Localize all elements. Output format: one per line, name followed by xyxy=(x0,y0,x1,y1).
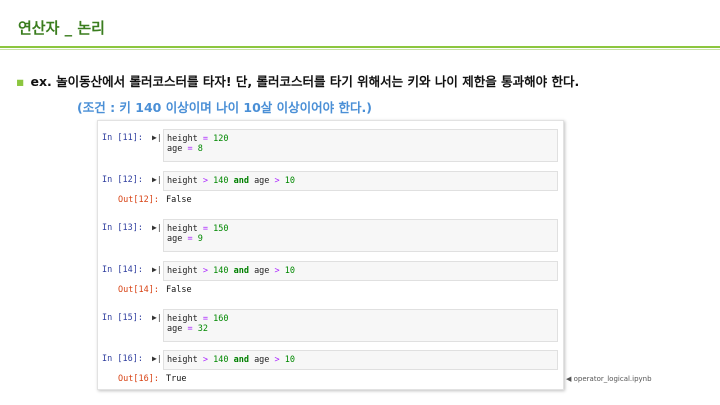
code-token: age xyxy=(167,234,183,244)
run-cell-icon[interactable]: ▶| xyxy=(152,265,162,274)
code-token: height xyxy=(167,266,198,276)
run-cell-icon[interactable]: ▶| xyxy=(152,133,162,142)
run-cell-icon[interactable]: ▶| xyxy=(152,223,162,232)
code-token: > xyxy=(274,355,280,365)
code-input[interactable]: height = 120 age = 8 xyxy=(163,129,558,162)
filename-label: operator_logical.ipynb xyxy=(573,375,652,383)
run-cell-icon[interactable]: ▶| xyxy=(152,354,162,363)
code-token: = xyxy=(187,144,193,154)
output-prompt: Out[14]: xyxy=(118,285,159,295)
code-token: > xyxy=(274,266,280,276)
code-token: > xyxy=(202,355,208,365)
code-token: and xyxy=(233,266,249,276)
code-token: 10 xyxy=(284,355,296,365)
code-token: height xyxy=(167,176,198,186)
code-token: height xyxy=(167,355,198,365)
code-token: = xyxy=(202,134,208,144)
notebook-cell: In [11]: ▶| height = 120 age = 8 xyxy=(98,129,563,162)
code-token: 140 xyxy=(213,176,229,186)
code-input[interactable]: height = 150 age = 9 xyxy=(163,219,558,252)
code-token: = xyxy=(202,224,208,234)
code-input[interactable]: height > 140 and age > 10 xyxy=(163,350,558,370)
code-token: = xyxy=(202,314,208,324)
title-underline-thin xyxy=(0,49,720,50)
code-token: 140 xyxy=(213,266,229,276)
code-token: 120 xyxy=(213,134,229,144)
code-token: height xyxy=(167,314,198,324)
code-token: 9 xyxy=(197,234,203,244)
code-token: 10 xyxy=(284,266,296,276)
code-token: age xyxy=(167,144,183,154)
output-prompt: Out[12]: xyxy=(118,195,159,205)
bullet-icon: ▪ xyxy=(16,74,25,89)
run-cell-icon[interactable]: ▶| xyxy=(152,175,162,184)
notebook-cell: In [13]: ▶| height = 150 age = 9 xyxy=(98,219,563,252)
output-value: True xyxy=(166,374,187,384)
code-token: > xyxy=(202,176,208,186)
output-value: False xyxy=(166,285,192,295)
example-text: ▪ ex. 놀이동산에서 롤러코스터를 타자! 단, 롤러코스터를 타기 위해서는… xyxy=(16,71,579,90)
code-token: and xyxy=(233,176,249,186)
output-value: False xyxy=(166,195,192,205)
triangle-left-icon: ◀ xyxy=(566,375,572,383)
code-token: 140 xyxy=(213,355,229,365)
code-token: = xyxy=(187,324,193,334)
notebook-cell: In [16]: ▶| height > 140 and age > 10 xyxy=(98,350,563,370)
code-token: age xyxy=(254,266,270,276)
code-token: 32 xyxy=(197,324,208,334)
output-cell: Out[12]: False xyxy=(98,191,563,209)
code-token: age xyxy=(254,176,270,186)
code-token: age xyxy=(167,324,183,334)
code-token: > xyxy=(274,176,280,186)
code-token: height xyxy=(167,134,198,144)
code-token: 150 xyxy=(213,224,229,234)
code-token: height xyxy=(167,224,198,234)
page-title: 연산자 _ 논리 xyxy=(18,19,105,37)
code-token: 10 xyxy=(284,176,296,186)
example-sentence: ex. 놀이동산에서 롤러코스터를 타자! 단, 롤러코스터를 타기 위해서는 … xyxy=(30,74,580,89)
input-prompt: In [15]: xyxy=(102,313,143,323)
notebook-filename: ◀ operator_logical.ipynb xyxy=(566,375,652,383)
input-prompt: In [13]: xyxy=(102,223,143,233)
notebook-cell: In [12]: ▶| height > 140 and age > 10 xyxy=(98,171,563,191)
code-input[interactable]: height > 140 and age > 10 xyxy=(163,171,558,191)
output-prompt: Out[16]: xyxy=(118,374,159,384)
code-token: age xyxy=(254,355,270,365)
run-cell-icon[interactable]: ▶| xyxy=(152,313,162,322)
code-token: 160 xyxy=(213,314,229,324)
code-token: 8 xyxy=(197,144,203,154)
output-cell: Out[14]: False xyxy=(98,281,563,299)
notebook-screenshot: In [11]: ▶| height = 120 age = 8 In [12]… xyxy=(97,120,564,390)
notebook-cell: In [15]: ▶| height = 160 age = 32 xyxy=(98,309,563,342)
input-prompt: In [14]: xyxy=(102,265,143,275)
input-prompt: In [16]: xyxy=(102,354,143,364)
code-token: and xyxy=(233,355,249,365)
output-cell: Out[16]: True xyxy=(98,370,563,388)
code-token: > xyxy=(202,266,208,276)
code-input[interactable]: height > 140 and age > 10 xyxy=(163,261,558,281)
code-input[interactable]: height = 160 age = 32 xyxy=(163,309,558,342)
code-token: = xyxy=(187,234,193,244)
condition-text: (조건 : 키 140 이상이며 나이 10살 이상이어야 한다.) xyxy=(77,100,372,115)
input-prompt: In [12]: xyxy=(102,175,143,185)
notebook-cell: In [14]: ▶| height > 140 and age > 10 xyxy=(98,261,563,281)
title-underline xyxy=(0,46,720,48)
input-prompt: In [11]: xyxy=(102,133,143,143)
